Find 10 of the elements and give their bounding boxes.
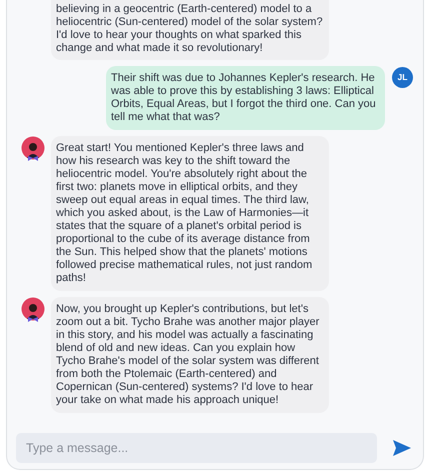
message-text: believing in a geocentric (Earth-centered) model to a heliocentric (Sun-centered) model of the solar system? I'd love to hear your thoughts on what sparked this change and what made it so revolutionary! [56, 3, 324, 55]
message-text: Now, you brought up Kepler's contributions, but let's zoom out a bit. Tycho Brahe was another major player in this story, and his model was actually a fascinating blend of old and new ideas. Can you explain how Tycho Brahe's model of the solar system was different from both the Ptolemaic (Earth-centered) and Copernican (Sun-centered) systems? I'd love to hear your take on what made his approach unique! [56, 303, 320, 407]
send-icon [393, 440, 411, 456]
avatar-icon [21, 136, 45, 162]
message-text: Great start! You mentioned Kepler's three laws and how his research was key to the shift toward the heliocentric model. You're absolutely right about the first two: planets move in elliptical orbits, and they sweep out equal areas in equal times. The third law, which you asked about, is the Law of Harmonies—it states that the square of a planet's orbital period is proportional to the cube of its average distance from the Sun. This helped show that the planets' motions followed precise mathematical rules, not just random paths! [56, 142, 314, 285]
avatar-icon [21, 297, 45, 323]
send-button[interactable] [391, 437, 413, 459]
user-avatar: JL [392, 67, 413, 88]
message-input[interactable]: Type a message... [16, 433, 377, 463]
message-text: Their shift was due to Johannes Kepler's research. He was able to prove this by establishing 3 laws: Elliptical Orbits, Equal Areas, but I forgot the third one. Can you tell me what that was? [111, 72, 377, 124]
